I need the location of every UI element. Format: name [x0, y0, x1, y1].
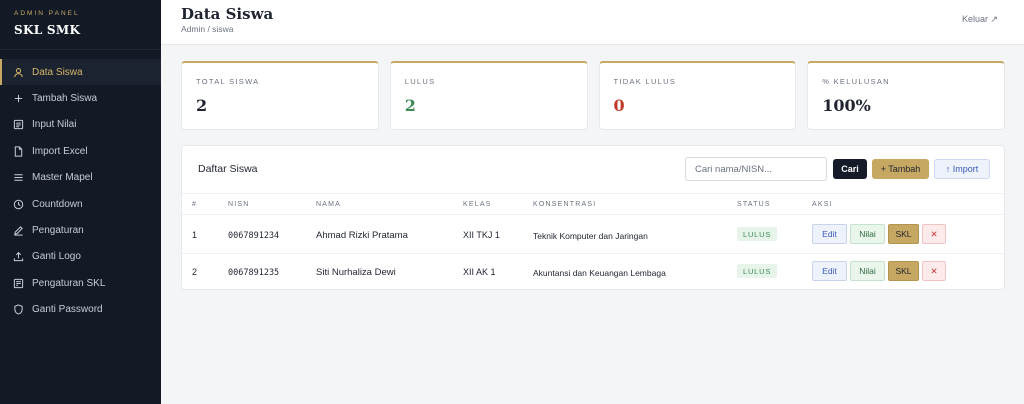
sidebar-item-label: Pengaturan SKL: [32, 277, 106, 289]
stat-label: TOTAL SISWA: [196, 77, 260, 86]
cell-nisn: 0067891234: [228, 231, 280, 241]
status-badge: LULUS: [737, 227, 778, 241]
sidebar-item-input-nilai[interactable]: Input Nilai: [0, 112, 161, 138]
sidebar-item-ganti-password[interactable]: Ganti Password: [0, 297, 161, 323]
sidebar-item-label: Tambah Siswa: [32, 93, 98, 105]
sidebar-item-master-mapel[interactable]: Master Mapel: [0, 165, 161, 191]
file-icon: [13, 146, 24, 157]
table-header: # NISN NAMA KELAS KONSENTRASI STATUS AKS…: [182, 193, 1004, 215]
sidebar-item-import-excel[interactable]: Import Excel: [0, 138, 161, 164]
status-badge: LULUS: [737, 264, 778, 278]
search-button[interactable]: Cari: [833, 159, 867, 179]
breadcrumb: Admin / siswa: [181, 24, 234, 34]
skl-button[interactable]: SKL: [888, 224, 919, 244]
column-header-no: #: [192, 201, 198, 208]
brand-panel-label: ADMIN PANEL: [14, 10, 80, 17]
import-button[interactable]: ↑ Import: [934, 159, 990, 179]
sidebar-item-tambah-siswa[interactable]: Tambah Siswa: [0, 85, 161, 111]
brand: ADMIN PANEL SKL SMK: [0, 0, 161, 50]
column-header-nama: NAMA: [316, 201, 342, 208]
cell-nama: Ahmad Rizki Pratama: [316, 230, 408, 241]
edit-button[interactable]: Edit: [812, 261, 847, 281]
document-icon: [13, 278, 24, 289]
cell-no: 2: [192, 267, 198, 277]
nilai-button[interactable]: Nilai: [850, 261, 885, 281]
sidebar-item-data-siswa[interactable]: Data Siswa: [0, 59, 161, 86]
logout-link[interactable]: Keluar ↗: [962, 14, 998, 25]
stat-value: 100%: [822, 96, 871, 115]
pencil-icon: [13, 225, 24, 236]
cell-kelas: XII AK 1: [463, 267, 496, 277]
sidebar-item-label: Master Mapel: [32, 172, 93, 184]
cell-konsentrasi: Akuntansi dan Keuangan Lembaga: [533, 268, 666, 278]
table-title: Daftar Siswa: [198, 163, 258, 175]
sidebar-item-label: Import Excel: [32, 145, 88, 157]
stat-value: 2: [404, 96, 416, 115]
stat-label: TIDAK LULUS: [613, 77, 677, 86]
shield-icon: [13, 304, 24, 315]
delete-button[interactable]: ✕: [922, 261, 946, 281]
cell-nama: Siti Nurhaliza Dewi: [316, 267, 396, 278]
brand-app-name: SKL SMK: [14, 23, 81, 37]
search-input[interactable]: [685, 157, 827, 181]
student-table-panel: Daftar Siswa Cari + Tambah ↑ Import # NI…: [181, 145, 1005, 290]
stat-card-lulus: LULUS 2: [389, 61, 588, 130]
column-header-status: STATUS: [737, 201, 771, 208]
page-title: Data Siswa: [181, 5, 274, 23]
clock-icon: [13, 199, 24, 210]
column-header-konsentrasi: KONSENTRASI: [533, 201, 597, 208]
stat-value: 0: [613, 96, 625, 115]
nilai-button[interactable]: Nilai: [850, 224, 885, 244]
stat-value: 2: [196, 96, 208, 115]
cell-no: 1: [192, 230, 198, 240]
plus-icon: [13, 93, 24, 104]
sidebar-nav: Data Siswa Tambah Siswa Input Nilai Impo…: [0, 59, 161, 323]
stat-label: % KELULUSAN: [822, 77, 890, 86]
sidebar-item-pengaturan-skl[interactable]: Pengaturan SKL: [0, 270, 161, 296]
cell-kelas: XII TKJ 1: [463, 230, 500, 240]
stat-card-tidak-lulus: TIDAK LULUS 0: [598, 61, 797, 130]
column-header-aksi: AKSI: [812, 201, 833, 208]
sidebar-item-ganti-logo[interactable]: Ganti Logo: [0, 244, 161, 270]
upload-icon: [13, 251, 24, 262]
table-row: 2 0067891235 Siti Nurhaliza Dewi XII AK …: [182, 253, 1004, 290]
sidebar: ADMIN PANEL SKL SMK Data Siswa Tambah Si…: [0, 0, 161, 404]
stat-card-kelulusan: % KELULUSAN 100%: [807, 61, 1005, 130]
column-header-kelas: KELAS: [463, 201, 492, 208]
stats-row: TOTAL SISWA 2 LULUS 2 TIDAK LULUS 0 % KE…: [181, 61, 1005, 130]
sidebar-item-label: Pengaturan: [32, 225, 84, 237]
column-header-nisn: NISN: [228, 201, 250, 208]
sidebar-item-label: Countdown: [32, 198, 83, 210]
table-row: 1 0067891234 Ahmad Rizki Pratama XII TKJ…: [182, 216, 1004, 253]
list-icon: [13, 119, 24, 130]
top-header: Data Siswa Admin / siswa Keluar ↗: [161, 0, 1024, 45]
stat-card-total-siswa: TOTAL SISWA 2: [181, 61, 379, 130]
sidebar-item-countdown[interactable]: Countdown: [0, 191, 161, 217]
sidebar-item-label: Ganti Logo: [32, 251, 81, 263]
menu-icon: [13, 172, 24, 183]
cell-nisn: 0067891235: [228, 268, 280, 278]
delete-button[interactable]: ✕: [922, 224, 946, 244]
sidebar-item-pengaturan[interactable]: Pengaturan: [0, 217, 161, 243]
add-student-button[interactable]: + Tambah: [872, 159, 929, 179]
skl-button[interactable]: SKL: [888, 261, 919, 281]
sidebar-item-label: Data Siswa: [32, 66, 83, 78]
sidebar-item-label: Input Nilai: [32, 119, 77, 131]
sidebar-item-label: Ganti Password: [32, 304, 103, 316]
cell-konsentrasi: Teknik Komputer dan Jaringan: [533, 231, 648, 241]
user-icon: [13, 67, 24, 78]
edit-button[interactable]: Edit: [812, 224, 847, 244]
stat-label: LULUS: [404, 77, 436, 86]
